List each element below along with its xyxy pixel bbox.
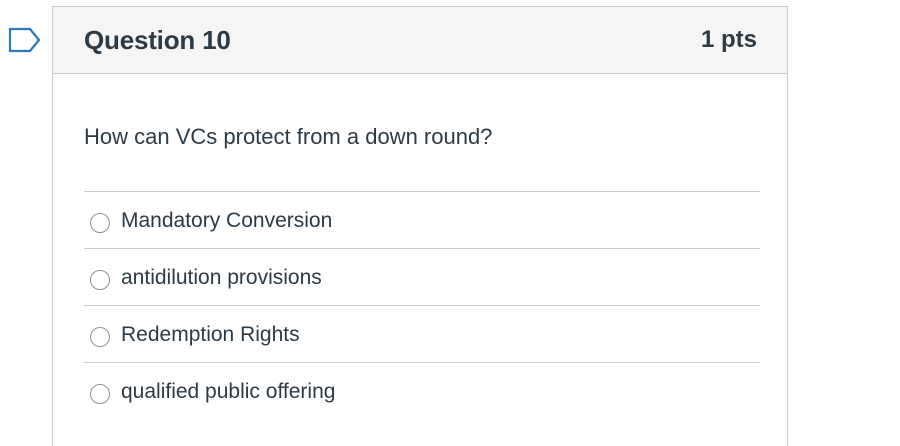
question-title: Question 10 [84, 25, 231, 55]
radio-button[interactable] [90, 384, 110, 404]
answer-option-2[interactable]: antidilution provisions [84, 248, 760, 305]
answer-option-1[interactable]: Mandatory Conversion [84, 191, 760, 248]
radio-button[interactable] [90, 327, 110, 347]
answer-label[interactable]: qualified public offering [121, 380, 335, 404]
answer-option-4[interactable]: qualified public offering [84, 362, 760, 419]
radio-button[interactable] [90, 213, 110, 233]
question-points: 1 pts [700, 26, 757, 53]
answer-list: Mandatory Conversion antidilution provis… [84, 191, 760, 419]
answer-option-3[interactable]: Redemption Rights [84, 305, 760, 362]
question-text: How can VCs protect from a down round? [84, 124, 493, 149]
radio-button[interactable] [90, 270, 110, 290]
answer-label[interactable]: Mandatory Conversion [121, 209, 332, 233]
answer-label[interactable]: Redemption Rights [121, 323, 300, 347]
question-card: Question 10 1 pts How can VCs protect fr… [52, 6, 788, 446]
flag-question-icon[interactable] [8, 27, 42, 53]
question-header: Question 10 1 pts [53, 7, 787, 74]
answer-label[interactable]: antidilution provisions [121, 266, 322, 290]
